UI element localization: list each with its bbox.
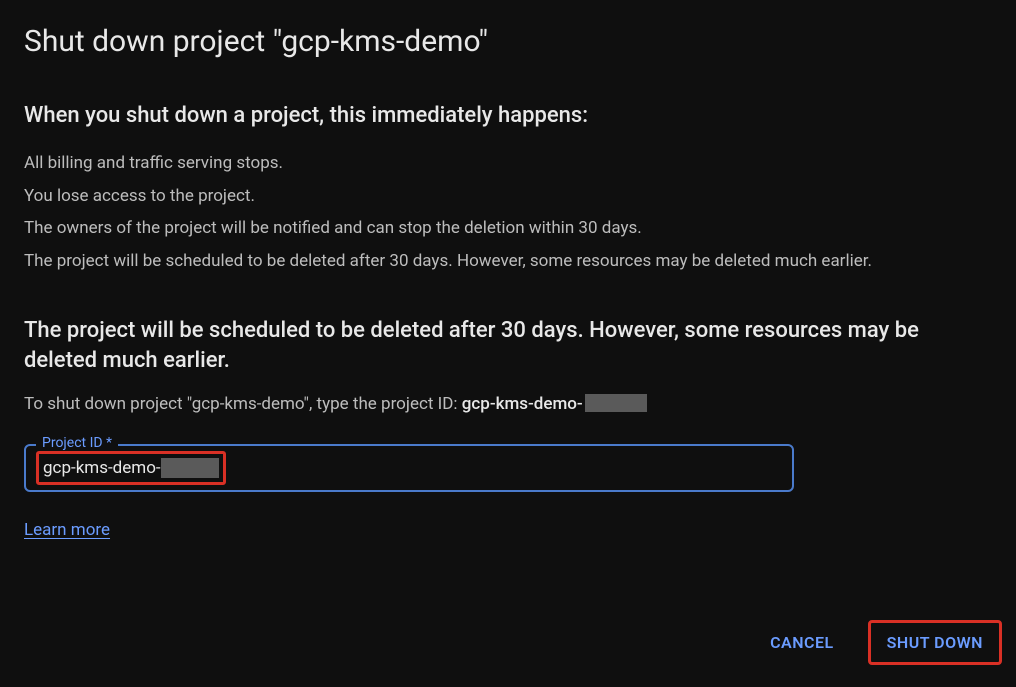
shutdown-button[interactable]: SHUT DOWN	[868, 620, 1002, 665]
project-id-input[interactable]: gcp-kms-demo-	[24, 444, 794, 492]
consequence-item: You lose access to the project.	[24, 182, 992, 211]
confirm-prefix-text: To shut down project "gcp-kms-demo", typ…	[24, 394, 462, 414]
confirm-project-id: gcp-kms-demo-	[462, 394, 583, 414]
learn-more-link[interactable]: Learn more	[24, 520, 110, 540]
redacted-input-suffix	[161, 458, 219, 478]
consequences-heading: When you shut down a project, this immed…	[24, 101, 992, 131]
consequence-item: The owners of the project will be notifi…	[24, 214, 992, 243]
consequences-list: All billing and traffic serving stops. Y…	[24, 149, 992, 277]
project-id-label: Project ID *	[36, 435, 118, 451]
schedule-heading: The project will be scheduled to be dele…	[24, 316, 992, 375]
dialog-actions: CANCEL SHUT DOWN	[752, 620, 1002, 665]
dialog-title: Shut down project "gcp-kms-demo"	[24, 24, 992, 59]
cancel-button[interactable]: CANCEL	[752, 621, 852, 664]
consequence-item: All billing and traffic serving stops.	[24, 149, 992, 178]
project-id-field-wrapper: Project ID * gcp-kms-demo-	[24, 444, 794, 492]
confirm-instruction: To shut down project "gcp-kms-demo", typ…	[24, 394, 992, 414]
redacted-suffix	[585, 394, 647, 412]
input-value-text: gcp-kms-demo-	[43, 458, 161, 478]
input-value-highlight: gcp-kms-demo-	[36, 451, 226, 485]
consequence-item: The project will be scheduled to be dele…	[24, 247, 992, 276]
